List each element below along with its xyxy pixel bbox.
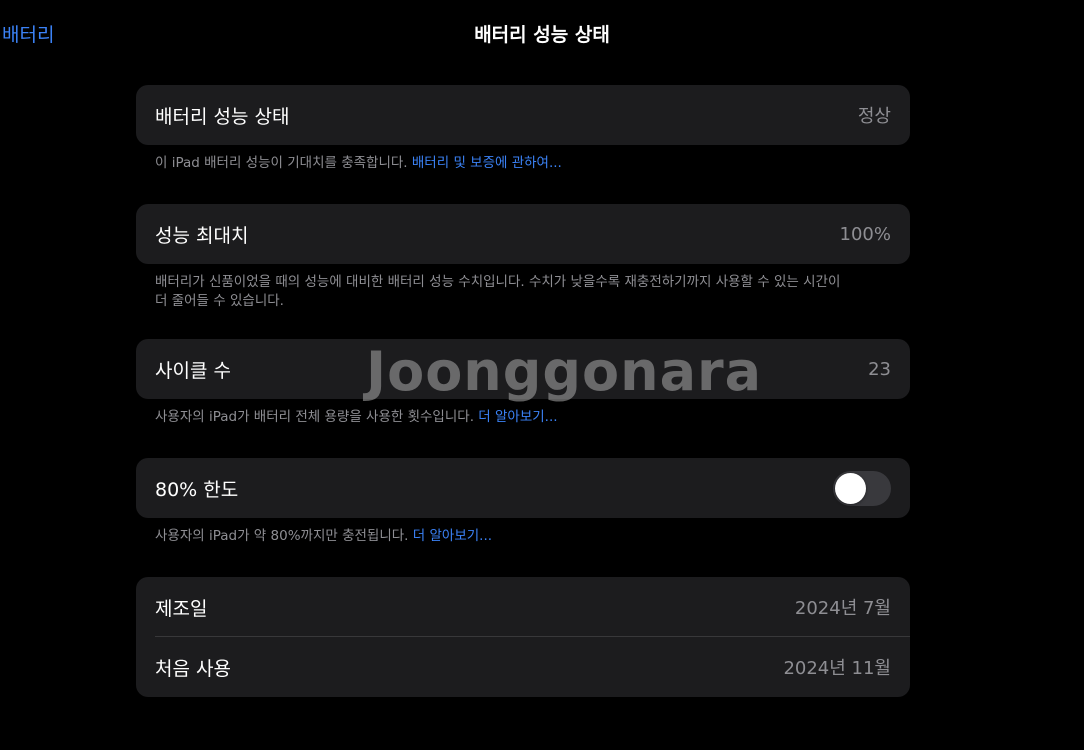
toggle-knob xyxy=(835,472,866,504)
cycle-count-value: 23 xyxy=(868,358,891,380)
first-use-row: 처음 사용 2024년 11월 xyxy=(136,637,910,697)
cycle-count-footnote: 사용자의 iPad가 배터리 전체 용량을 사용한 횟수입니다. 더 알아보기.… xyxy=(155,408,885,427)
limit-80-learn-more-link[interactable]: 더 알아보기... xyxy=(413,528,492,544)
max-capacity-value: 100% xyxy=(839,223,891,245)
cycle-count-card: 사이클 수 23 xyxy=(136,339,910,399)
limit-80-footnote-text: 사용자의 iPad가 약 80%까지만 충전됩니다. xyxy=(155,528,413,544)
limit-80-label: 80% 한도 xyxy=(155,478,239,501)
manufacture-date-value: 2024년 7월 xyxy=(794,598,891,619)
battery-health-value: 정상 xyxy=(857,106,891,127)
battery-health-footnote-text: 이 iPad 배터리 성능이 기대치를 충족합니다. xyxy=(155,155,412,171)
battery-health-label: 배터리 성능 상태 xyxy=(155,105,290,128)
limit-80-row: 80% 한도 xyxy=(136,458,910,518)
cycle-count-learn-more-link[interactable]: 더 알아보기... xyxy=(478,409,557,425)
limit-80-card: 80% 한도 xyxy=(136,458,910,518)
cycle-count-footnote-text: 사용자의 iPad가 배터리 전체 용량을 사용한 횟수입니다. xyxy=(155,409,479,425)
first-use-value: 2024년 11월 xyxy=(783,658,891,679)
first-use-label: 처음 사용 xyxy=(155,657,231,680)
page-title: 배터리 성능 상태 xyxy=(474,24,610,46)
battery-warranty-link[interactable]: 배터리 및 보증에 관하여... xyxy=(412,155,562,171)
battery-health-row: 배터리 성능 상태 정상 xyxy=(136,85,910,145)
cycle-count-label: 사이클 수 xyxy=(155,359,231,382)
max-capacity-footnote-line1: 배터리가 신품이었을 때의 성능에 대비한 배터리 성능 수치입니다. 수치가 … xyxy=(155,274,841,290)
max-capacity-label: 성능 최대치 xyxy=(155,224,249,247)
battery-health-card: 배터리 성능 상태 정상 xyxy=(136,85,910,145)
manufacture-date-label: 제조일 xyxy=(155,597,208,620)
manufacture-date-row: 제조일 2024년 7월 xyxy=(136,577,910,637)
max-capacity-card: 성능 최대치 100% xyxy=(136,204,910,264)
battery-health-footnote: 이 iPad 배터리 성능이 기대치를 충족합니다. 배터리 및 보증에 관하여… xyxy=(155,154,885,173)
max-capacity-row: 성능 최대치 100% xyxy=(136,204,910,264)
limit-80-footnote: 사용자의 iPad가 약 80%까지만 충전됩니다. 더 알아보기... xyxy=(155,527,885,546)
max-capacity-footnote: 배터리가 신품이었을 때의 성능에 대비한 배터리 성능 수치입니다. 수치가 … xyxy=(155,273,885,311)
dates-card: 제조일 2024년 7월 처음 사용 2024년 11월 xyxy=(136,577,910,697)
cycle-count-row: 사이클 수 23 xyxy=(136,339,910,399)
limit-80-toggle[interactable] xyxy=(833,470,891,506)
max-capacity-footnote-line2: 더 줄어들 수 있습니다. xyxy=(155,293,284,309)
